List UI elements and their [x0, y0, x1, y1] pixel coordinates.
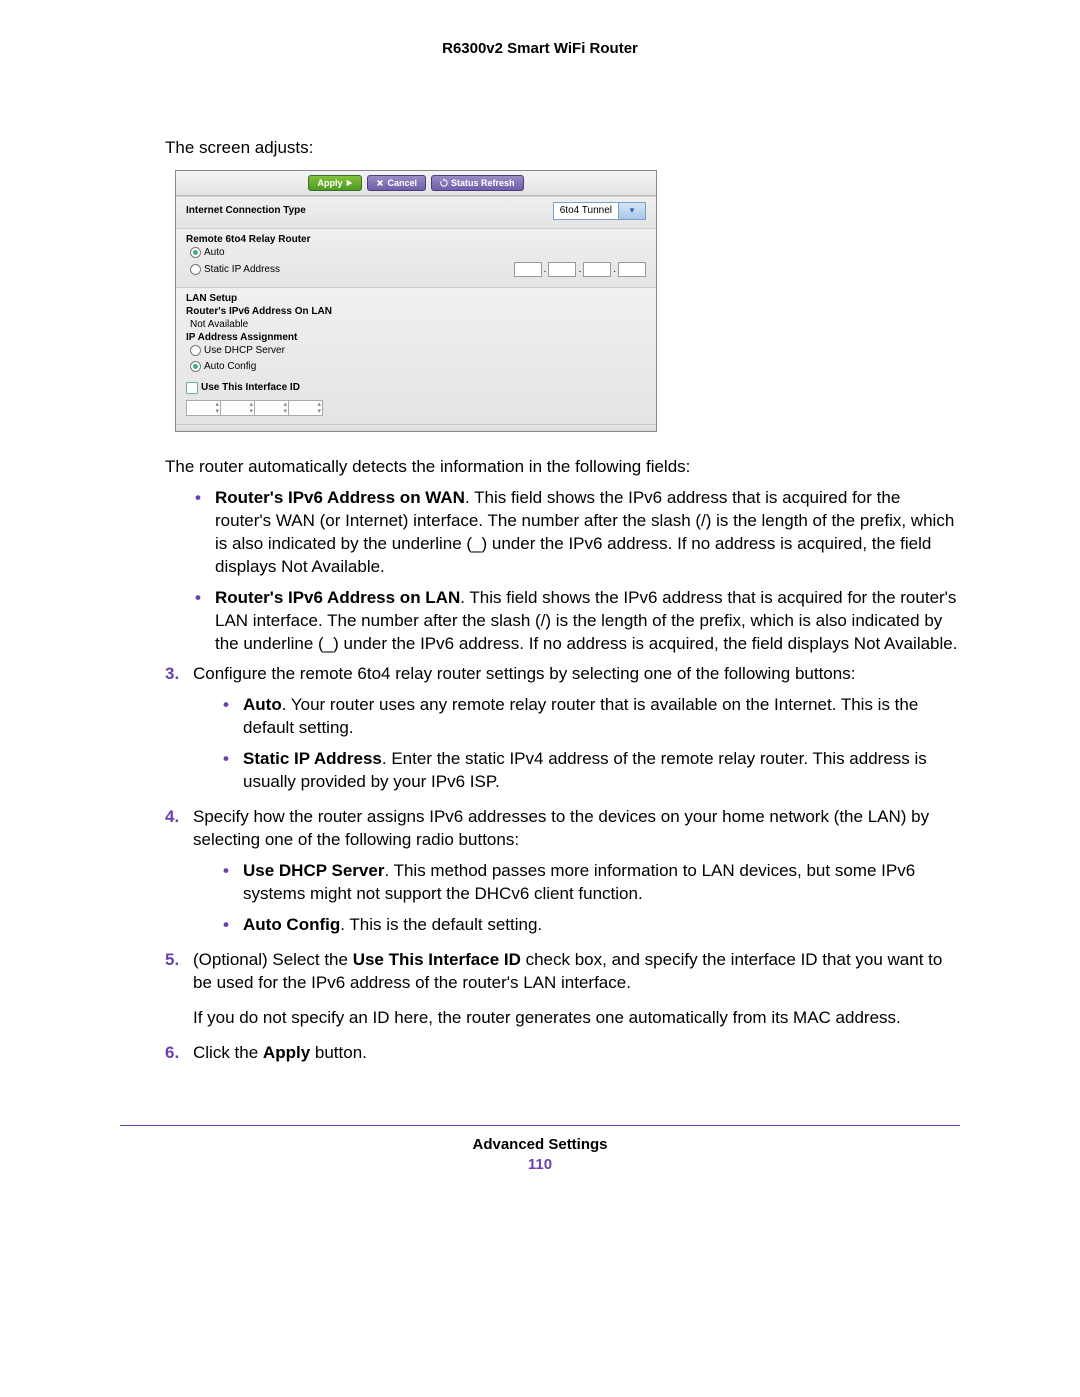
- router-screenshot: Apply Cancel Status Refresh Internet Con…: [175, 170, 960, 432]
- autoconfig-radio[interactable]: Auto Config: [190, 361, 256, 372]
- autoconfig-label: Auto Config: [204, 361, 256, 372]
- page-rule: [120, 1125, 960, 1126]
- use-iface-label: Use This Interface ID: [201, 382, 300, 393]
- refresh-icon: [440, 179, 448, 187]
- relay-static-radio[interactable]: Static IP Address: [190, 264, 280, 275]
- conn-type-select[interactable]: 6to4 Tunnel ▾: [553, 202, 646, 220]
- relay-auto-label: Auto: [204, 247, 225, 258]
- relay-static-label: Static IP Address: [204, 264, 280, 275]
- cancel-button[interactable]: Cancel: [367, 175, 426, 191]
- document-title: R6300v2 Smart WiFi Router: [120, 40, 960, 57]
- list-item: Auto. Your router uses any remote relay …: [223, 694, 960, 740]
- step-5: (Optional) Select the Use This Interface…: [165, 949, 960, 1030]
- play-icon: [345, 179, 353, 187]
- detect-item: Router's IPv6 Address on LAN. This field…: [195, 587, 960, 656]
- dhcp-radio[interactable]: Use DHCP Server: [190, 345, 285, 356]
- interface-id-input[interactable]: ▴▾ ▴▾ ▴▾ ▴▾: [186, 400, 646, 416]
- detect-item: Router's IPv6 Address on WAN. This field…: [195, 487, 960, 579]
- detects-intro: The router automatically detects the inf…: [165, 456, 960, 479]
- status-refresh-button[interactable]: Status Refresh: [431, 175, 524, 191]
- relay-auto-radio[interactable]: Auto: [190, 247, 225, 258]
- cancel-label: Cancel: [387, 178, 417, 188]
- footer-section: Advanced Settings: [120, 1136, 960, 1153]
- use-iface-checkbox[interactable]: Use This Interface ID: [186, 382, 300, 394]
- x-icon: [376, 179, 384, 187]
- ipv6-lan-value: Not Available: [186, 319, 646, 330]
- step-3: Configure the remote 6to4 relay router s…: [165, 663, 960, 794]
- conn-type-label: Internet Connection Type: [186, 205, 306, 216]
- conn-type-value: 6to4 Tunnel: [554, 205, 618, 216]
- apply-button[interactable]: Apply: [308, 175, 362, 191]
- apply-label: Apply: [317, 178, 342, 188]
- ip-assign-label: IP Address Assignment: [186, 332, 646, 343]
- chevron-down-icon: ▾: [618, 203, 645, 219]
- static-ip-input[interactable]: ...: [514, 262, 646, 277]
- list-item: Auto Config. This is the default setting…: [223, 914, 960, 937]
- dhcp-label: Use DHCP Server: [204, 345, 285, 356]
- page-number: 110: [120, 1156, 960, 1173]
- ipv6-lan-label: Router's IPv6 Address On LAN: [186, 306, 646, 317]
- list-item: Use DHCP Server. This method passes more…: [223, 860, 960, 906]
- lan-setup-heading: LAN Setup: [186, 293, 646, 304]
- list-item: Static IP Address. Enter the static IPv4…: [223, 748, 960, 794]
- intro-text: The screen adjusts:: [165, 137, 960, 160]
- step-6: Click the Apply button.: [165, 1042, 960, 1065]
- refresh-label: Status Refresh: [451, 178, 515, 188]
- step-4: Specify how the router assigns IPv6 addr…: [165, 806, 960, 937]
- relay-heading: Remote 6to4 Relay Router: [186, 234, 646, 245]
